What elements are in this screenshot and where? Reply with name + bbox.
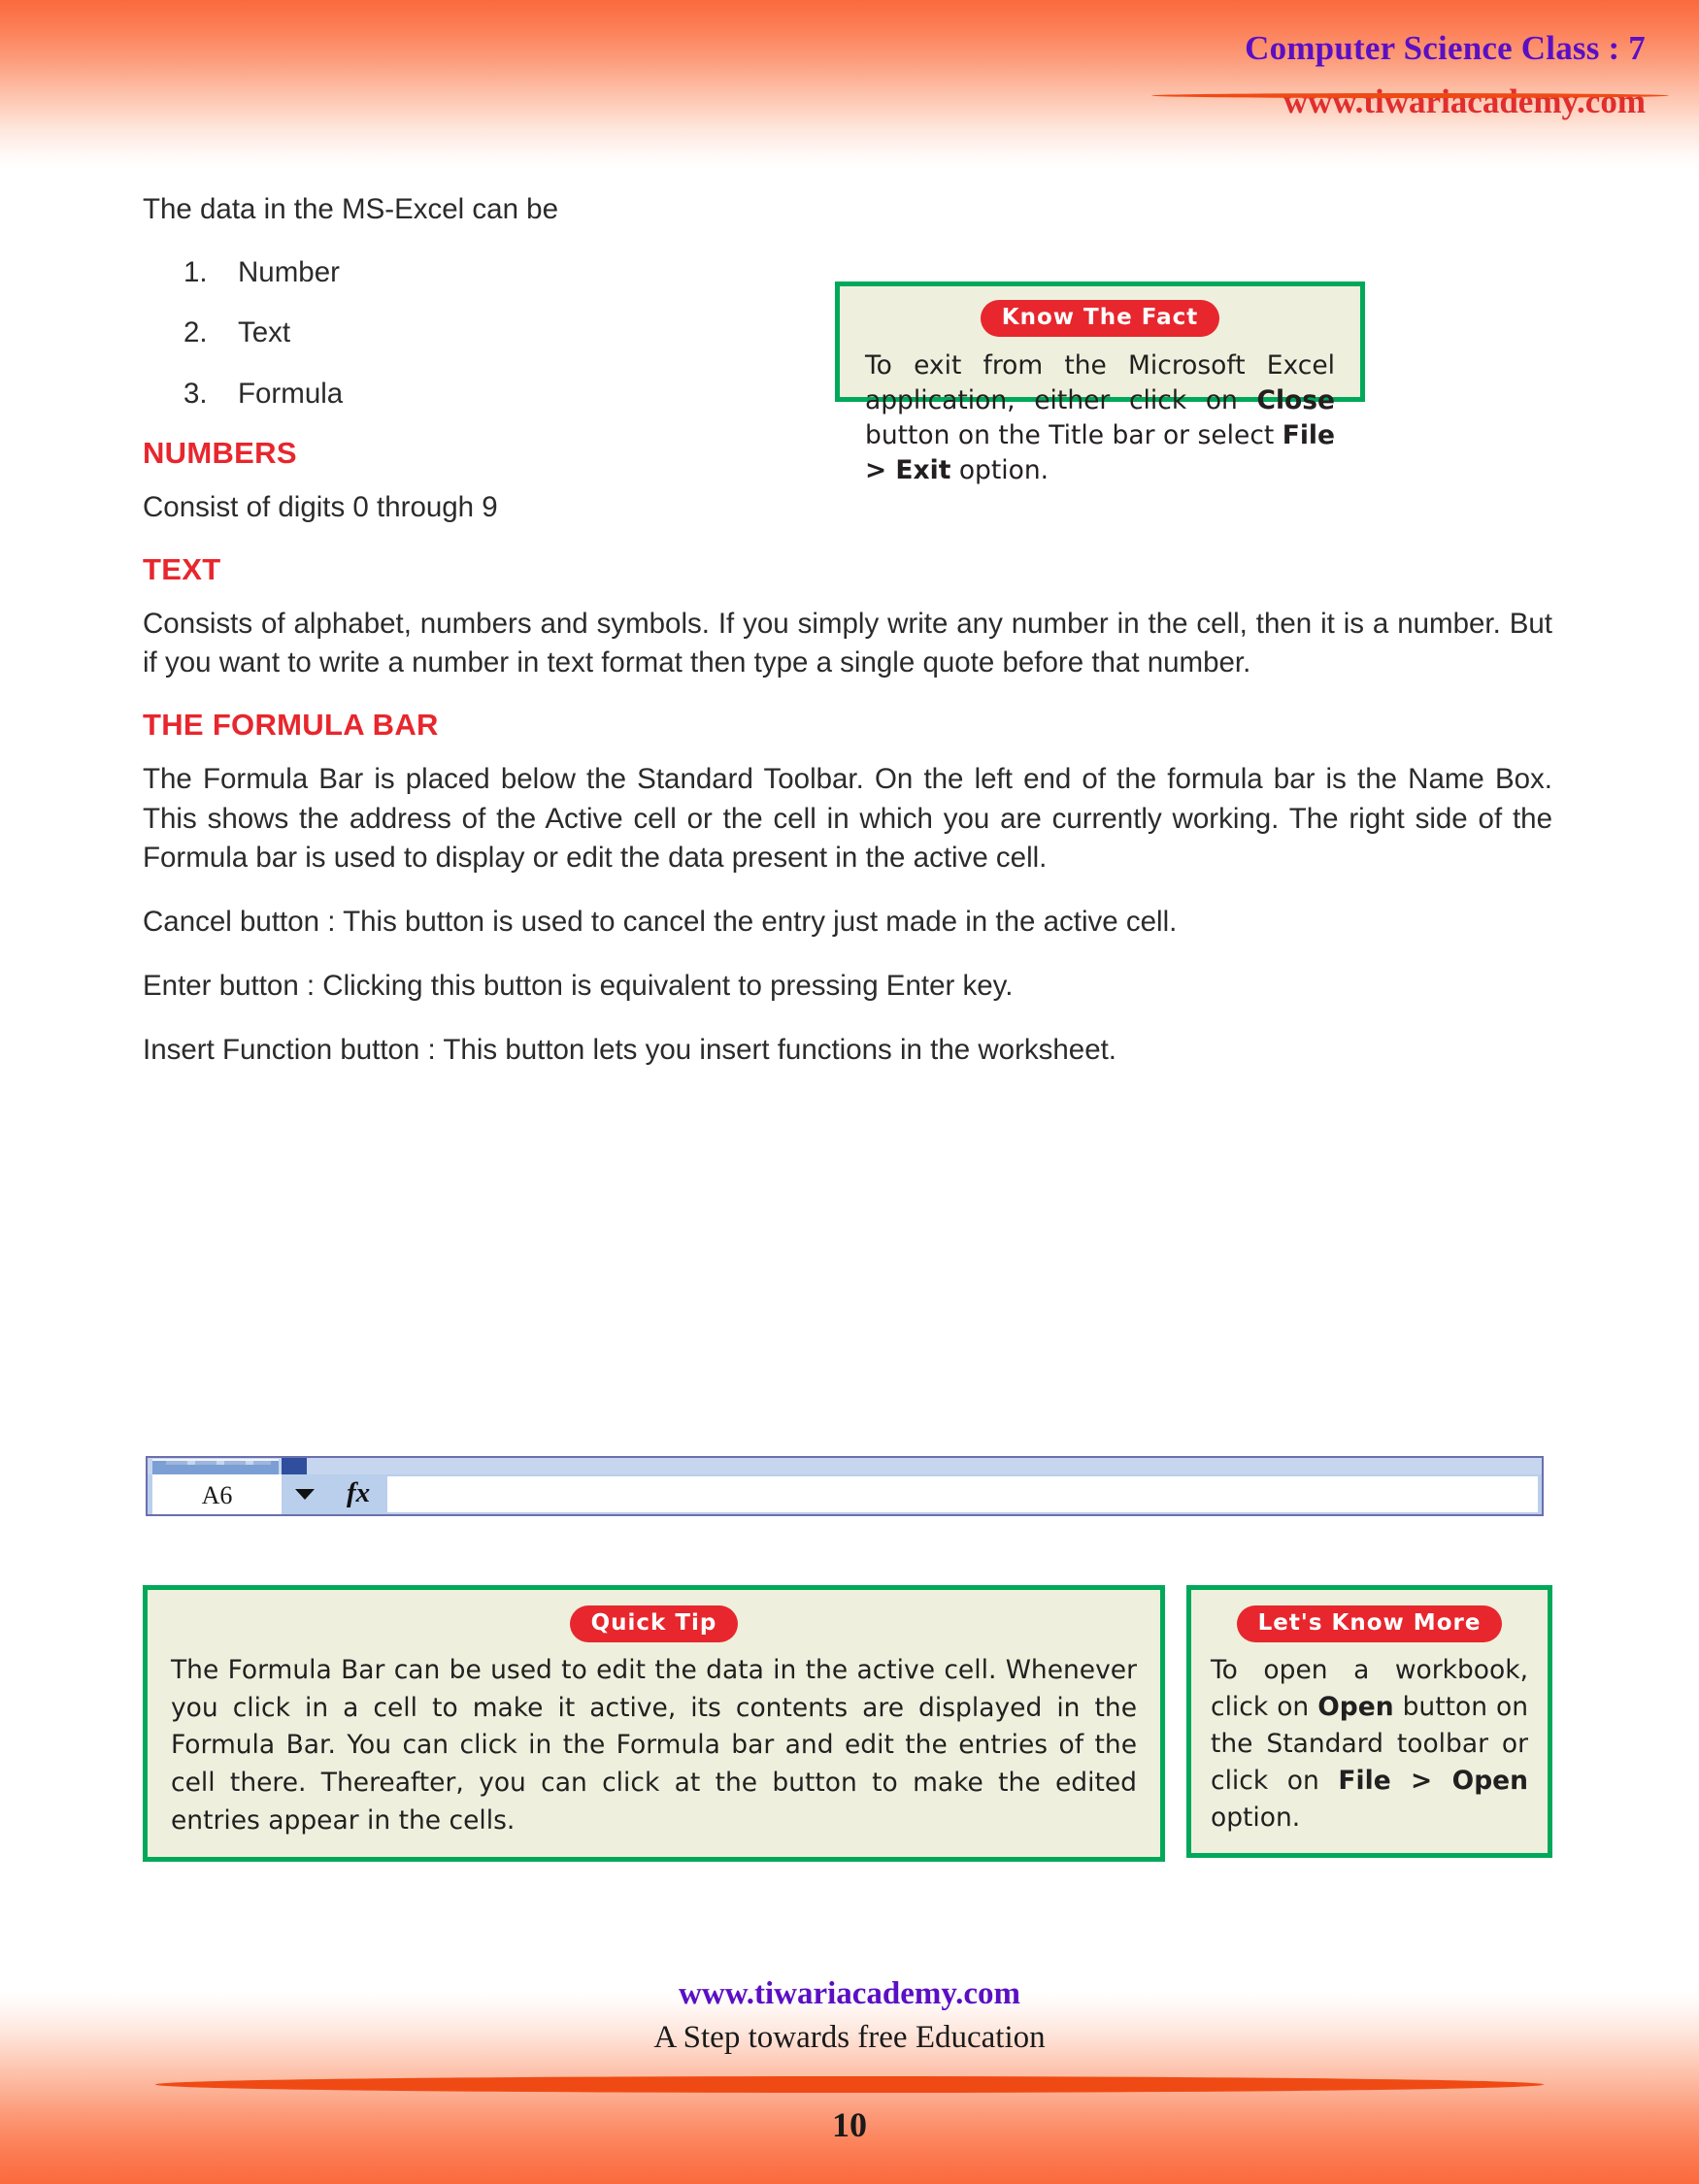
formula-bar-paragraph: The Formula Bar is placed below the Stan…: [143, 763, 1552, 874]
formula-bar-row: A6 fx: [148, 1474, 1542, 1514]
know-fact-text-part2: button on the Title bar or select: [865, 420, 1283, 451]
toolbar-tick-marks: [166, 1461, 271, 1465]
header-title: Computer Science Class : 7: [1245, 29, 1646, 67]
list-item-label: Text: [238, 316, 291, 349]
list-item-label: Formula: [238, 377, 344, 410]
toolbar-tab-stub: [152, 1459, 279, 1474]
header-divider-rule: [1151, 93, 1669, 98]
name-box-dropdown-arrow-icon[interactable]: [295, 1489, 315, 1500]
lets-know-more-text: To open a workbook, click on Open button…: [1211, 1652, 1528, 1836]
header-site-url: www.tiwariacademy.com: [1283, 83, 1646, 121]
list-item-label: Number: [238, 256, 340, 289]
footer-divider-rule: [155, 2076, 1544, 2093]
lets-know-more-callout: Let's Know More To open a workbook, clic…: [1186, 1585, 1552, 1859]
know-the-fact-callout: Know The Fact To exit from the Microsoft…: [835, 281, 1365, 485]
quick-tip-text: The Formula Bar can be used to edit the …: [171, 1655, 1137, 1836]
know-the-fact-badge: Know The Fact: [980, 300, 1220, 337]
formula-bar-top-strip: [148, 1458, 1542, 1474]
cancel-button-paragraph: Cancel button : This button is used to c…: [143, 905, 1178, 938]
list-item-number: 3.: [183, 377, 208, 410]
know-more-text-part3: option.: [1211, 1802, 1301, 1833]
insert-function-paragraph: Insert Function button : This button let…: [143, 1034, 1116, 1067]
section-heading-formula-bar: THE FORMULA BAR: [143, 708, 439, 743]
insert-function-fx-icon[interactable]: fx: [347, 1477, 370, 1509]
quick-tip-callout: Quick Tip The Formula Bar can be used to…: [143, 1585, 1165, 1863]
callout-badge-wrap: Know The Fact: [865, 300, 1335, 337]
numbers-paragraph: Consist of digits 0 through 9: [143, 491, 498, 524]
toolbar-dropdown-tab[interactable]: [282, 1458, 307, 1474]
know-the-fact-text: To exit from the Microsoft Excel applica…: [865, 348, 1335, 488]
footer-site-url: www.tiwariacademy.com: [679, 1976, 1020, 2011]
quick-tip-badge: Quick Tip: [569, 1605, 739, 1642]
name-box[interactable]: A6: [152, 1474, 282, 1514]
page-header: Computer Science Class : 7 www.tiwariaca…: [1005, 29, 1646, 122]
know-fact-text-part3: option.: [950, 455, 1049, 486]
lets-know-more-badge: Let's Know More: [1236, 1605, 1503, 1642]
enter-button-paragraph: Enter button : Clicking this button is e…: [143, 969, 1014, 1002]
know-more-bold-open: Open: [1317, 1691, 1394, 1722]
list-item-number: 2.: [183, 316, 208, 349]
footer-tagline: A Step towards free Education: [653, 2019, 1046, 2055]
page-footer: www.tiwariacademy.com A Step towards fre…: [0, 1975, 1699, 2058]
page-number: 10: [832, 2105, 867, 2144]
callout-badge-wrap: Quick Tip: [171, 1605, 1137, 1642]
callout-badge-wrap: Let's Know More: [1211, 1605, 1528, 1642]
formula-entry-field[interactable]: [387, 1476, 1538, 1512]
know-more-bold-file-open: File > Open: [1338, 1765, 1528, 1796]
text-paragraph: Consists of alphabet, numbers and symbol…: [143, 608, 1552, 679]
know-fact-bold-close: Close: [1256, 385, 1335, 416]
section-heading-text: TEXT: [143, 552, 221, 587]
list-item-number: 1.: [183, 256, 208, 289]
excel-formula-bar-figure: A6 fx: [146, 1456, 1544, 1516]
section-heading-numbers: NUMBERS: [143, 436, 297, 471]
intro-paragraph: The data in the MS-Excel can be: [143, 193, 558, 225]
